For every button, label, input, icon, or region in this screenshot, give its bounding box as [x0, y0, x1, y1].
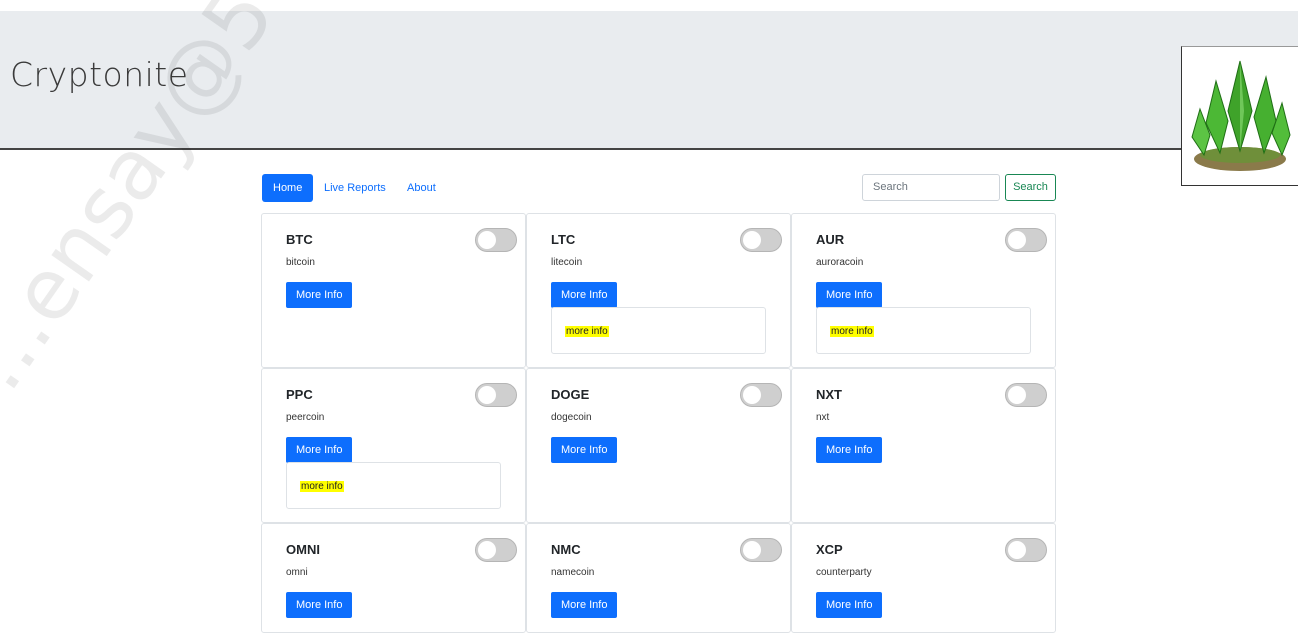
coin-toggle[interactable]	[1005, 383, 1047, 407]
coin-name: litecoin	[551, 257, 583, 268]
logo	[1181, 46, 1298, 186]
coin-symbol: XCP	[816, 542, 843, 557]
more-info-text: more info	[830, 326, 874, 337]
coin-symbol: LTC	[551, 232, 576, 247]
coin-symbol: NXT	[816, 387, 842, 402]
coin-card: PPC peercoin More Info more info	[261, 368, 526, 523]
coin-card: NXT nxt More Info	[791, 368, 1056, 523]
navbar: Home Live Reports About Search Search	[262, 174, 1057, 202]
coin-symbol: OMNI	[286, 542, 320, 557]
coin-toggle[interactable]	[475, 538, 517, 562]
more-info-button[interactable]: More Info	[551, 282, 618, 308]
more-info-panel: more info	[816, 307, 1031, 354]
green-crystal-logo-icon	[1191, 60, 1291, 171]
coin-name: omni	[286, 567, 308, 578]
coin-toggle[interactable]	[475, 383, 517, 407]
site-title: Cryptonite	[10, 55, 189, 94]
coin-name: counterparty	[816, 567, 872, 578]
coin-card: OMNI omni More Info	[261, 523, 526, 633]
toggle-knob	[1008, 386, 1026, 404]
more-info-text: more info	[565, 326, 609, 337]
toggle-knob	[478, 231, 496, 249]
toggle-knob	[743, 386, 761, 404]
coin-card: XCP counterparty More Info	[791, 523, 1056, 633]
more-info-button[interactable]: More Info	[551, 592, 618, 618]
search-input[interactable]: Search	[862, 174, 1000, 201]
more-info-button[interactable]: More Info	[286, 437, 353, 463]
coin-toggle[interactable]	[740, 383, 782, 407]
coin-name: namecoin	[551, 567, 595, 578]
more-info-panel: more info	[551, 307, 766, 354]
coin-toggle[interactable]	[475, 228, 517, 252]
more-info-panel: more info	[286, 462, 501, 509]
coin-toggle[interactable]	[1005, 228, 1047, 252]
coin-name: bitcoin	[286, 257, 315, 268]
nav-about-link[interactable]: About	[407, 174, 436, 202]
toggle-knob	[743, 231, 761, 249]
more-info-button[interactable]: More Info	[816, 592, 883, 618]
toggle-knob	[1008, 231, 1026, 249]
nav-live-reports-link[interactable]: Live Reports	[324, 174, 386, 202]
page-header: Cryptonite	[0, 11, 1298, 150]
coin-card: BTC bitcoin More Info	[261, 213, 526, 368]
more-info-button[interactable]: More Info	[816, 282, 883, 308]
coin-name: nxt	[816, 412, 830, 423]
coin-symbol: DOGE	[551, 387, 590, 402]
coin-toggle[interactable]	[1005, 538, 1047, 562]
toggle-knob	[478, 386, 496, 404]
more-info-button[interactable]: More Info	[286, 282, 353, 308]
coin-symbol: AUR	[816, 232, 845, 247]
coin-symbol: PPC	[286, 387, 313, 402]
more-info-button[interactable]: More Info	[286, 592, 353, 618]
coin-symbol: BTC	[286, 232, 313, 247]
coin-toggle[interactable]	[740, 228, 782, 252]
coin-card: AUR auroracoin More Info more info	[791, 213, 1056, 368]
toggle-knob	[1008, 541, 1026, 559]
coin-card: LTC litecoin More Info more info	[526, 213, 791, 368]
nav-home-button[interactable]: Home	[262, 174, 314, 202]
more-info-button[interactable]: More Info	[816, 437, 883, 463]
coin-symbol: NMC	[551, 542, 581, 557]
coin-name: dogecoin	[551, 412, 592, 423]
coin-card: DOGE dogecoin More Info	[526, 368, 791, 523]
more-info-text: more info	[300, 481, 344, 492]
coin-toggle[interactable]	[740, 538, 782, 562]
coin-name: peercoin	[286, 412, 325, 423]
coin-card: NMC namecoin More Info	[526, 523, 791, 633]
toggle-knob	[478, 541, 496, 559]
more-info-button[interactable]: More Info	[551, 437, 618, 463]
coin-name: auroracoin	[816, 257, 864, 268]
search-button[interactable]: Search	[1005, 174, 1056, 201]
toggle-knob	[743, 541, 761, 559]
